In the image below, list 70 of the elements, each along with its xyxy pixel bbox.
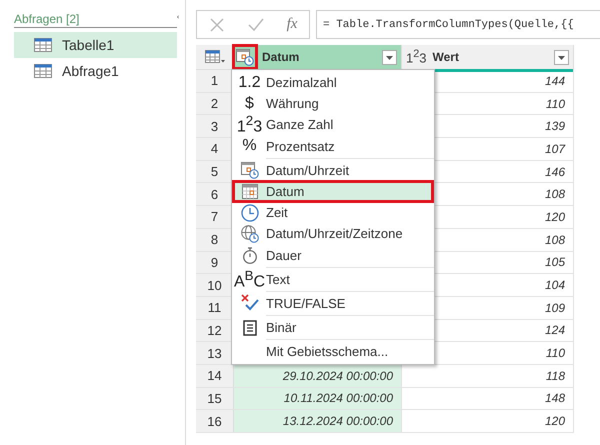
table-cell: 120 — [544, 210, 565, 224]
query-item[interactable]: Tabelle1 — [14, 32, 177, 58]
table-icon — [34, 64, 52, 78]
menu-item[interactable]: Datum/Uhrzeit/Zeitzone — [233, 223, 433, 244]
table-cell: 146 — [544, 164, 565, 179]
table-cell: 10.11.2024 00:00:00 — [284, 391, 393, 406]
row-number: 14 — [196, 364, 234, 387]
row-number: 1 — [196, 70, 234, 92]
table-cell: 105 — [544, 255, 565, 270]
row-number: 3 — [196, 115, 234, 138]
calendar-icon — [242, 184, 258, 200]
menu-item[interactable]: TRUE/FALSE — [233, 292, 433, 314]
row-number: 16 — [196, 410, 234, 432]
filter-dropdown-icon[interactable] — [554, 50, 569, 64]
check-icon[interactable] — [248, 16, 264, 32]
menu-item[interactable]: $ Währung — [233, 93, 433, 114]
table-cell: 148 — [544, 391, 565, 406]
stopwatch-icon — [242, 246, 258, 264]
row-number: 7 — [196, 206, 234, 228]
table-cell: 108 — [544, 232, 565, 247]
table-cell: 118 — [546, 368, 565, 383]
menu-item[interactable]: 1$^{2}$3 Ganze Zahl — [233, 114, 433, 136]
clock-icon — [240, 204, 258, 222]
filter-dropdown-icon[interactable] — [382, 50, 397, 64]
table-cell: 104 — [544, 278, 565, 292]
type-glyph: $ — [245, 94, 254, 113]
menu-item[interactable]: Datum — [233, 180, 433, 202]
globe-clock-icon — [240, 224, 258, 243]
table-icon — [34, 38, 52, 52]
menu-item[interactable]: Mit Gebietsschema... — [233, 341, 433, 362]
column-header[interactable]: Datum — [234, 45, 402, 69]
formula-field[interactable]: = Table.TransformColumnTypes(Quelle,{{ — [316, 10, 600, 39]
row-number: 6 — [196, 183, 234, 206]
column-title: Datum — [262, 50, 300, 64]
table-cell: 110 — [546, 346, 565, 360]
type-glyph: 1$^{2}$3 — [236, 113, 262, 137]
row-number: 10 — [196, 274, 234, 296]
table-cell: 29.10.2024 00:00:00 — [282, 368, 393, 383]
menu-item[interactable]: Binär — [233, 317, 433, 338]
column-title: Wert — [432, 50, 460, 64]
type-button[interactable]: 1$^{2}$3 — [406, 48, 426, 66]
table-cell: 107 — [544, 142, 565, 156]
type-glyph: 1.2 — [238, 74, 261, 92]
menu-item[interactable]: Dauer — [233, 244, 433, 266]
type-button[interactable] — [234, 46, 256, 68]
row-number: 13 — [196, 342, 234, 364]
table-cell: 120 — [544, 414, 565, 428]
menu-item[interactable]: Zeit — [233, 202, 433, 224]
table-cell: 13.12.2024 00:00:00 — [282, 414, 393, 428]
table-menu-icon[interactable] — [204, 50, 224, 64]
document-icon — [242, 320, 256, 336]
table-cell: 139 — [544, 119, 565, 134]
cross-check-icon — [240, 294, 258, 312]
menu-item[interactable]: Datum/Uhrzeit — [233, 160, 433, 181]
table-cell: 144 — [544, 74, 565, 88]
menu-item[interactable]: 1.2 Dezimalzahl — [233, 72, 433, 94]
menu-item[interactable]: % Prozentsatz — [233, 136, 433, 157]
panel-heading: Abfragen [2] — [14, 12, 177, 28]
table-cell: 108 — [544, 187, 565, 202]
row-number: 15 — [196, 388, 234, 410]
row-number: 4 — [196, 138, 234, 160]
table-cell: 109 — [544, 300, 565, 315]
type-glyph: % — [242, 137, 257, 156]
table-cell: 110 — [546, 96, 565, 111]
function-button[interactable]: fx — [286, 16, 298, 33]
query-item[interactable]: Abfrage1 — [14, 58, 177, 84]
column-header[interactable]: 1$^{2}$3 Wert — [402, 45, 574, 69]
table-cell: 124 — [544, 323, 565, 338]
calendar-clock-icon — [240, 161, 258, 180]
type-glyph: A$^{B}$C — [234, 268, 266, 291]
